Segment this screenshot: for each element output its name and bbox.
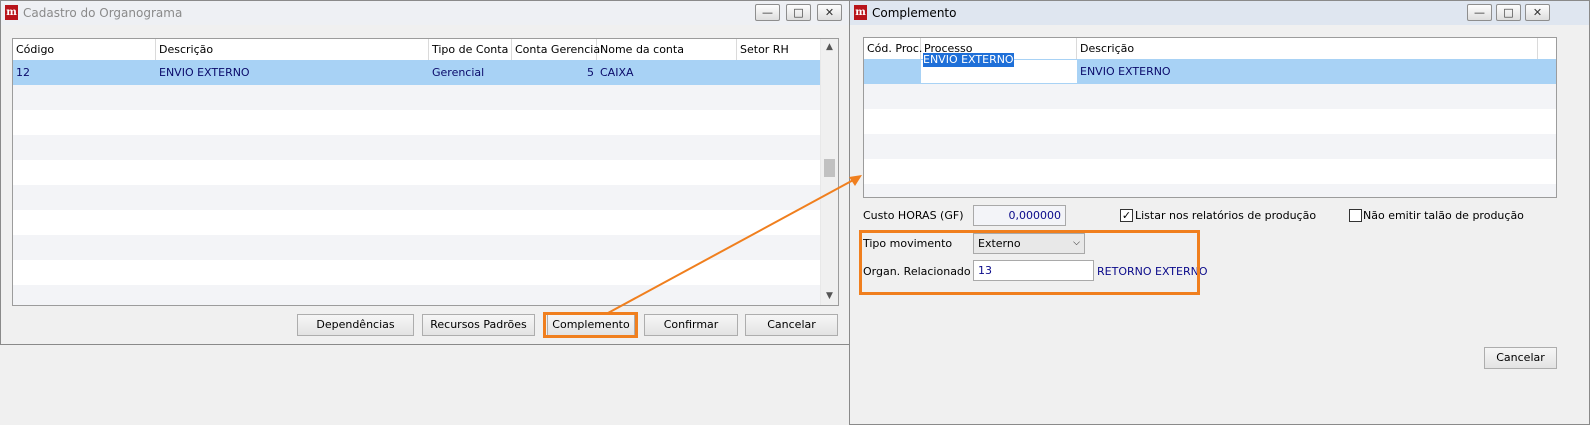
custo-horas-label: Custo HORAS (GF) [863, 209, 964, 222]
listar-relatorios-label: Listar nos relatórios de produção [1135, 209, 1317, 222]
column-header-setor-rh[interactable]: Setor RH [737, 39, 822, 60]
cancelar-button[interactable]: Cancelar [745, 314, 838, 336]
app-logo-icon: m [854, 5, 867, 20]
processo-grid[interactable]: Cód. Proc. Processo Descrição ENVIO EXTE… [863, 37, 1557, 198]
organograma-titlebar[interactable]: m Cadastro do Organograma — □ ✕ [1, 1, 849, 25]
window-title: Complemento [872, 6, 957, 20]
minimize-button[interactable]: — [1467, 4, 1492, 21]
nao-emitir-talao-checkbox[interactable] [1349, 209, 1362, 222]
close-button[interactable]: ✕ [817, 4, 842, 21]
confirmar-button[interactable]: Confirmar [644, 314, 738, 336]
cell-descricao: ENVIO EXTERNO [159, 66, 250, 79]
column-header-nome-conta[interactable]: Nome da conta [597, 39, 737, 60]
grid-header: Código Descrição Tipo de Conta Conta Ger… [13, 39, 838, 61]
empty-row [864, 134, 1556, 159]
empty-row [13, 260, 821, 285]
custo-horas-field[interactable]: 0,000000 [973, 205, 1066, 226]
window-title: Cadastro do Organograma [23, 6, 183, 20]
empty-row [13, 135, 821, 160]
column-header-cod-proc[interactable]: Cód. Proc. [864, 38, 922, 59]
empty-row [13, 160, 821, 185]
cell-cod-proc [864, 59, 921, 84]
app-logo-icon: m [5, 5, 18, 20]
table-row[interactable]: 12 ENVIO EXTERNO Gerencial 5 CAIXA [13, 60, 821, 85]
organograma-grid[interactable]: Código Descrição Tipo de Conta Conta Ger… [12, 38, 839, 306]
complemento-highlight [543, 312, 638, 338]
column-header-codigo[interactable]: Código [13, 39, 156, 60]
processo-value: ENVIO EXTERNO [923, 53, 1014, 67]
column-header-tipo-conta[interactable]: Tipo de Conta [429, 39, 512, 60]
cell-processo-editor[interactable]: ENVIO EXTERNO [921, 53, 1077, 83]
cell-nome-conta: CAIXA [600, 66, 634, 79]
table-row[interactable]: ENVIO EXTERNO ENVIO EXTERNO [864, 53, 1556, 84]
empty-row [864, 109, 1556, 134]
empty-row [13, 185, 821, 210]
empty-row [13, 210, 821, 235]
empty-row [13, 235, 821, 260]
empty-row [13, 285, 821, 305]
nao-emitir-talao-label: Não emitir talão de produção [1363, 209, 1524, 222]
column-header-conta-gerencial[interactable]: Conta Gerencial [512, 39, 603, 60]
complemento-window: m Complemento — □ ✕ Cód. Proc. Processo … [849, 0, 1590, 425]
empty-row [13, 110, 821, 135]
minimize-button[interactable]: — [755, 4, 780, 21]
cell-tipo-conta: Gerencial [432, 66, 485, 79]
cell-descricao: ENVIO EXTERNO [1080, 65, 1171, 78]
grid-scrollbar[interactable]: ▲ ▼ [820, 39, 838, 305]
scroll-thumb[interactable] [824, 159, 835, 177]
cell-conta-gerencial: 5 [587, 66, 594, 79]
maximize-button[interactable]: □ [786, 4, 811, 21]
empty-row [864, 184, 1556, 197]
complemento-titlebar[interactable]: m Complemento — □ ✕ [850, 1, 1589, 25]
scroll-down-icon[interactable]: ▼ [821, 288, 838, 305]
column-header-descricao[interactable]: Descrição [1077, 38, 1538, 59]
dependencias-button[interactable]: Dependências [297, 314, 414, 336]
cell-codigo: 12 [16, 66, 30, 79]
listar-relatorios-checkbox[interactable]: ✓ [1120, 209, 1133, 222]
tipo-organ-highlight [859, 230, 1200, 295]
close-button[interactable]: ✕ [1525, 4, 1550, 21]
organograma-window: m Cadastro do Organograma — □ ✕ Código D… [0, 0, 850, 345]
empty-row [864, 84, 1556, 109]
column-header-descricao[interactable]: Descrição [156, 39, 429, 60]
cell-setor-rh [737, 60, 822, 85]
maximize-button[interactable]: □ [1496, 4, 1521, 21]
empty-row [13, 85, 821, 110]
cancelar-button[interactable]: Cancelar [1484, 347, 1557, 369]
scroll-up-icon[interactable]: ▲ [821, 39, 838, 56]
empty-row [864, 159, 1556, 184]
recursos-padroes-button[interactable]: Recursos Padrões [422, 314, 535, 336]
